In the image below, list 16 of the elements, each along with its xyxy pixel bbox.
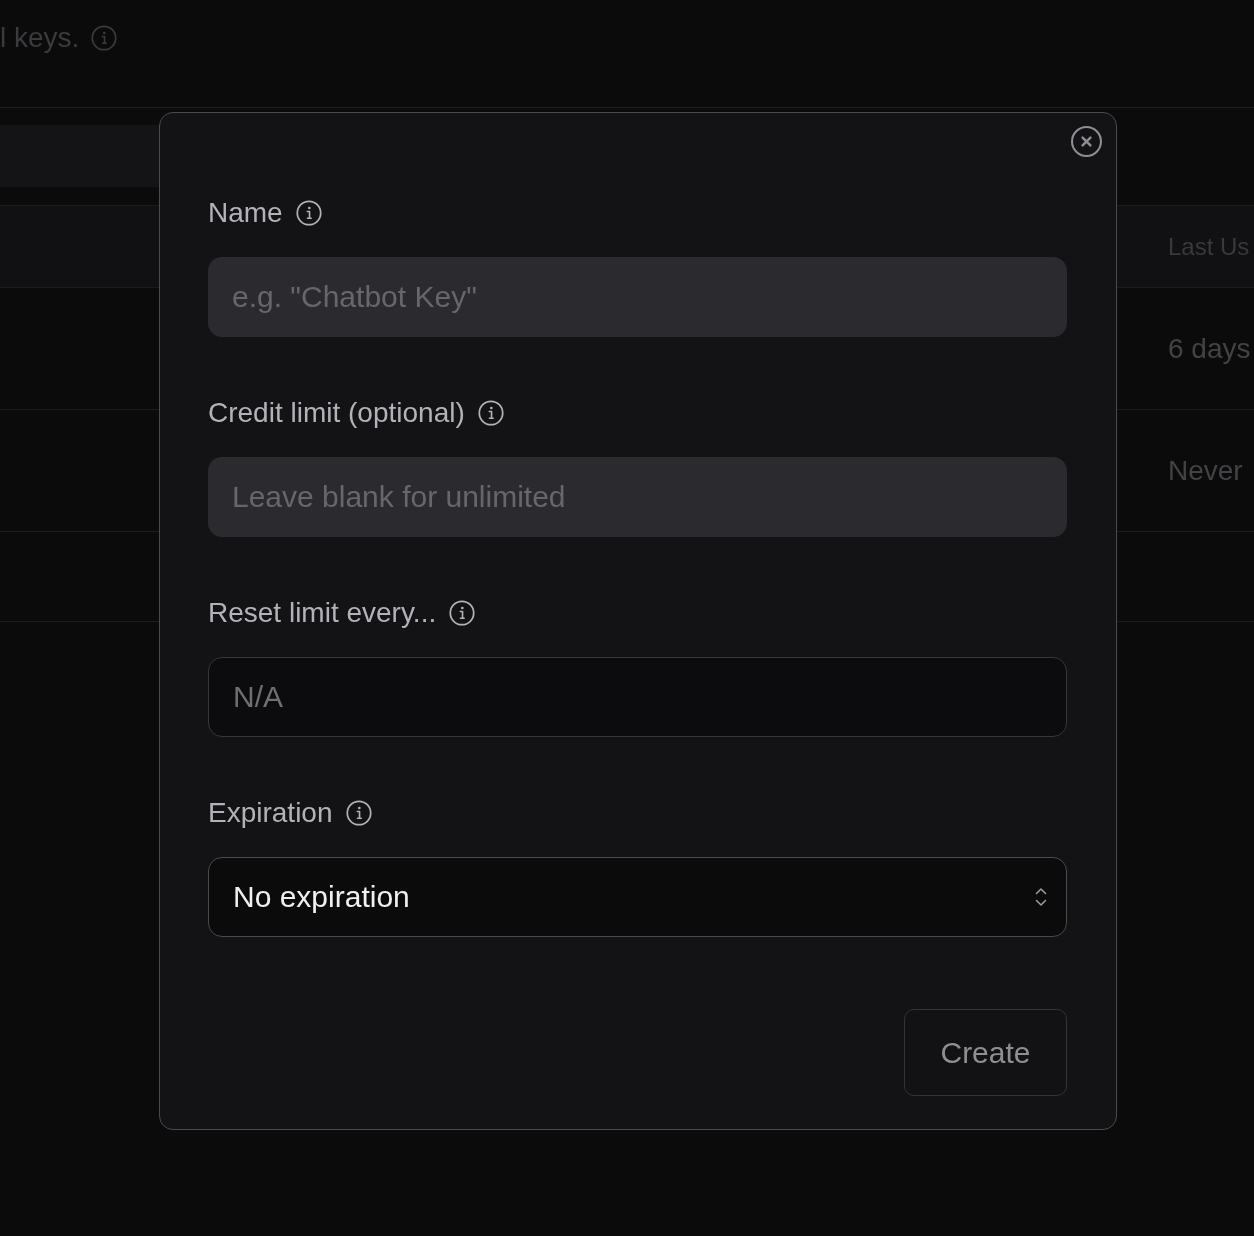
- close-icon[interactable]: [1071, 126, 1102, 157]
- field-label: Credit limit (optional): [208, 396, 465, 430]
- info-icon: [345, 800, 372, 826]
- field-label: Reset limit every...: [208, 596, 437, 630]
- info-icon: [477, 400, 504, 426]
- chevron-updown-icon: [1035, 886, 1047, 908]
- info-icon: [91, 25, 118, 51]
- field-label: Expiration: [208, 796, 333, 830]
- info-icon: [449, 600, 476, 626]
- info-icon: [295, 200, 322, 226]
- table-cell-text: Never: [1168, 454, 1244, 487]
- input-field[interactable]: e.g. "Chatbot Key": [208, 257, 1067, 337]
- dropdown[interactable]: No expiration: [208, 857, 1067, 937]
- field-label: Name: [208, 196, 283, 230]
- table-cell-text: 6 days: [1168, 332, 1252, 365]
- input-field[interactable]: Leave blank for unlimited: [208, 457, 1067, 537]
